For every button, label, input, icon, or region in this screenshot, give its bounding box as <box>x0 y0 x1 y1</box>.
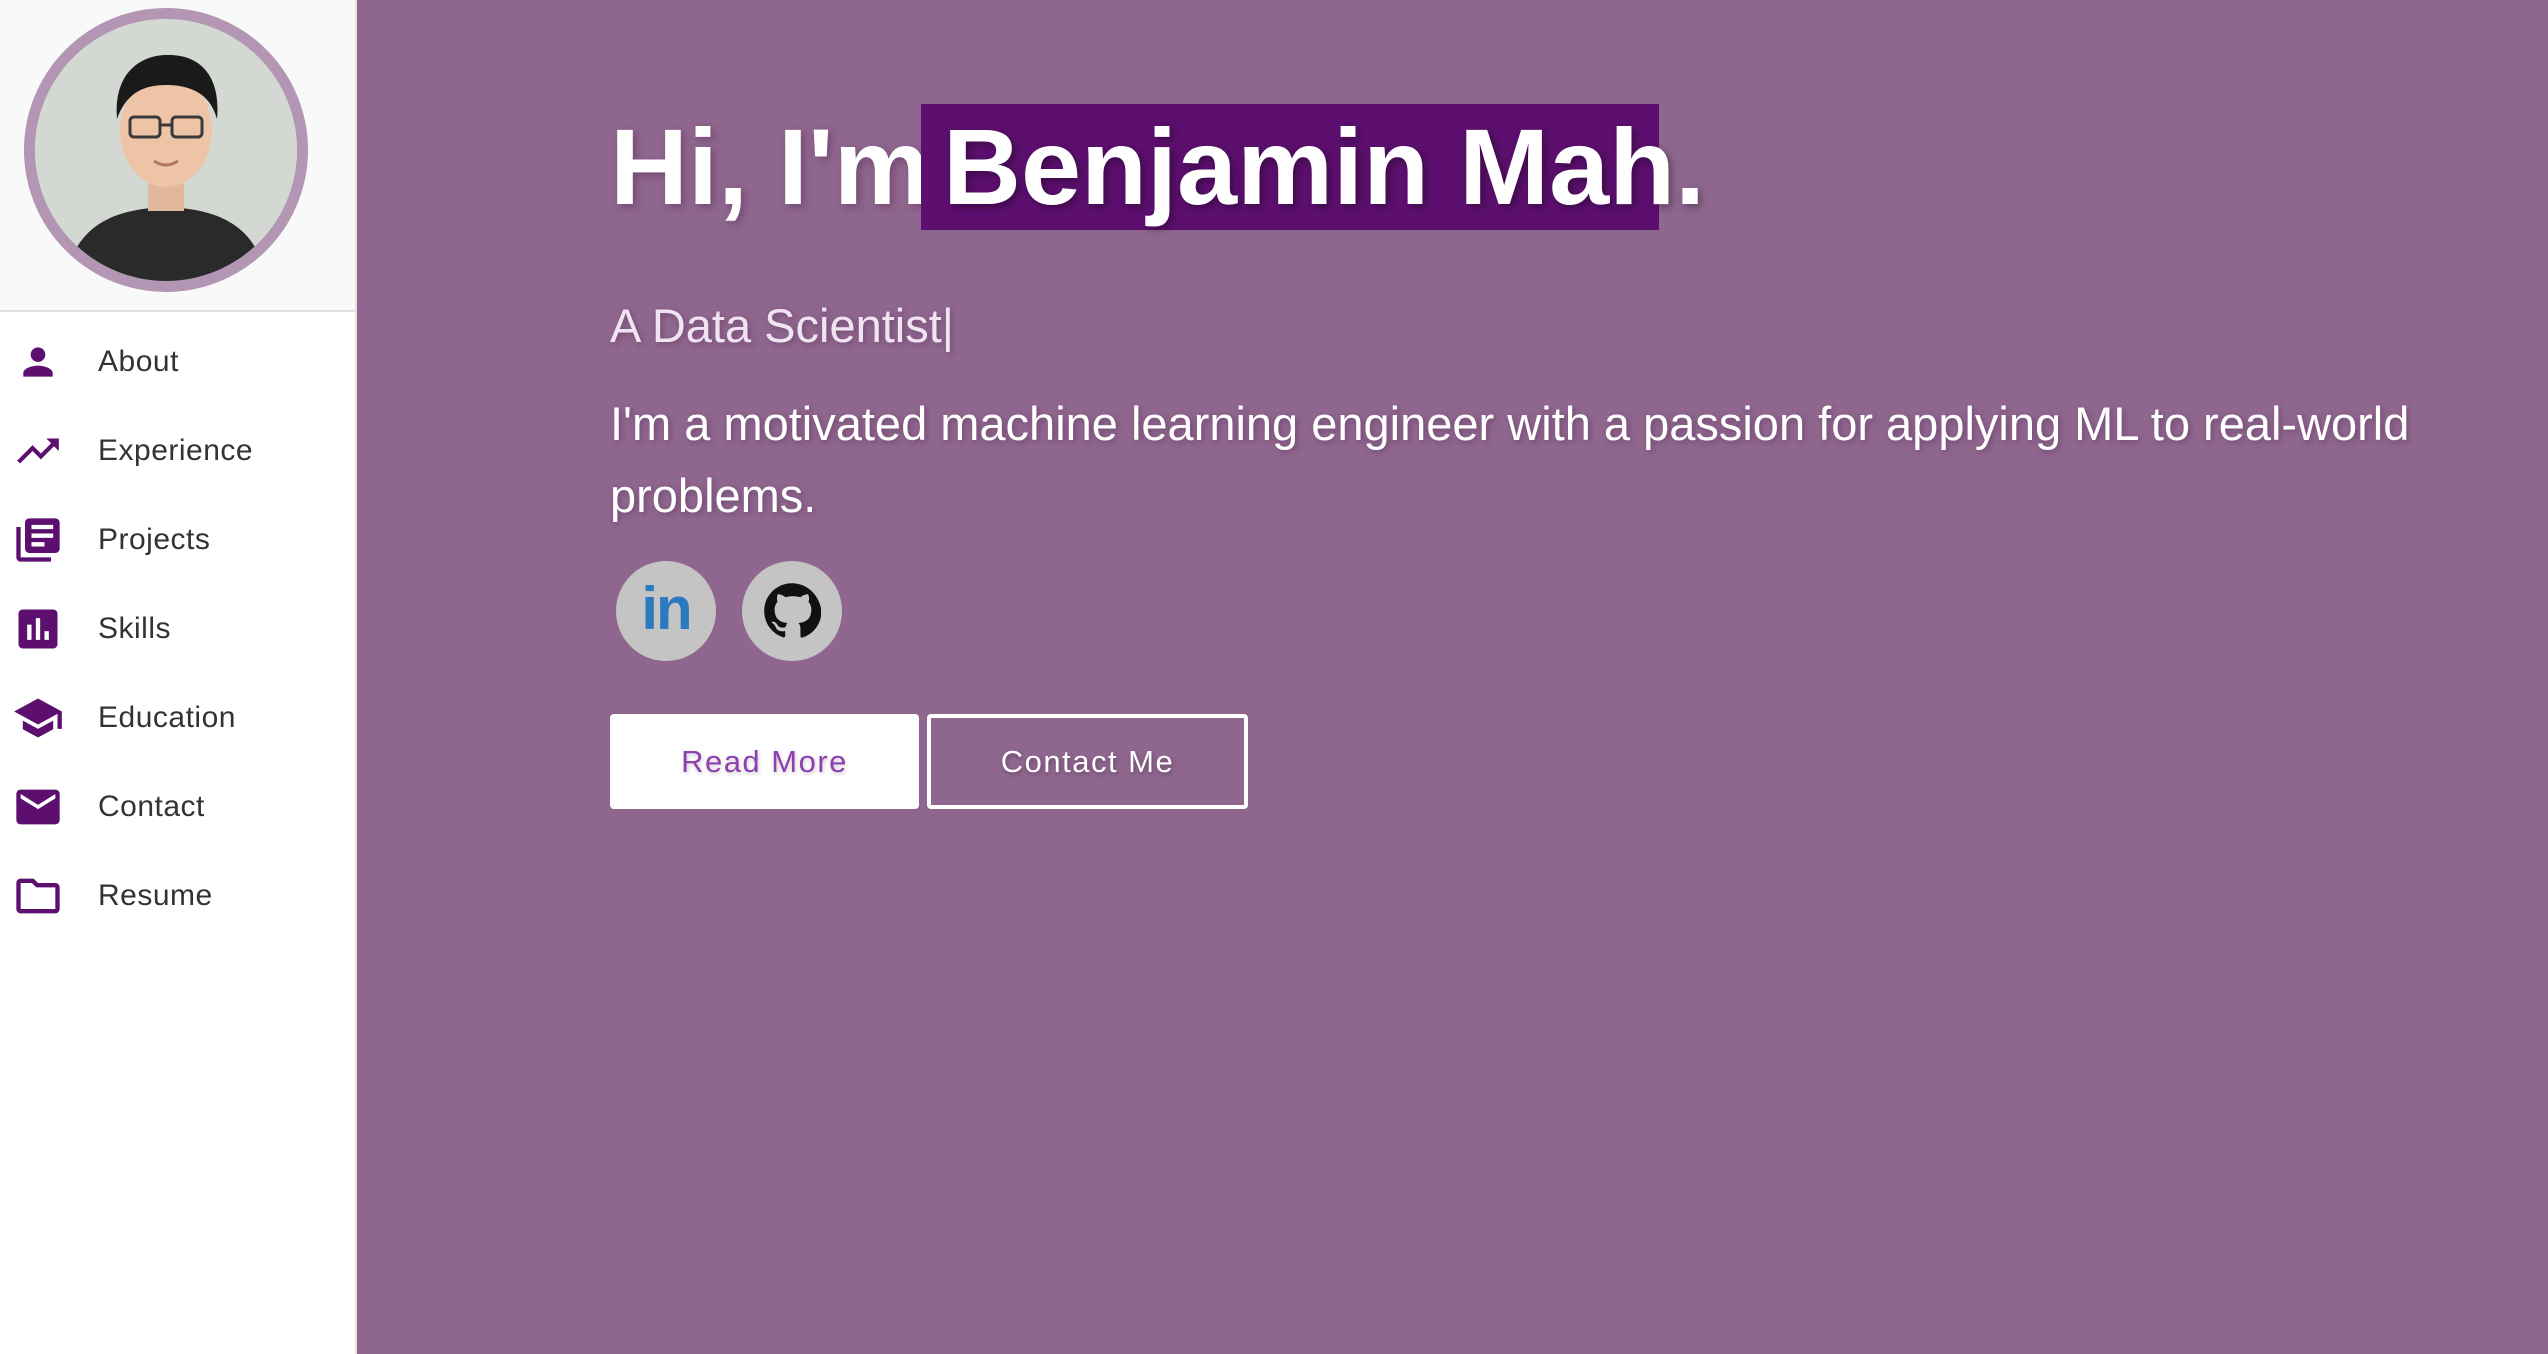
sidebar-item-education[interactable]: Education <box>0 673 354 762</box>
sidebar-item-projects[interactable]: Projects <box>0 495 354 584</box>
sidebar-item-about[interactable]: About <box>0 317 354 406</box>
library-books-icon <box>12 514 64 566</box>
graduation-cap-icon <box>12 692 64 744</box>
contact-me-button[interactable]: Contact Me <box>927 714 1248 809</box>
read-more-button[interactable]: Read More <box>610 714 919 809</box>
hero-description: I'm a motivated machine learning enginee… <box>610 397 2410 522</box>
sidebar-item-label: Contact <box>98 789 205 823</box>
sidebar-item-skills[interactable]: Skills <box>0 584 354 673</box>
folder-icon <box>12 870 64 922</box>
sidebar: About Experience Projects Skills Educati… <box>0 0 357 1354</box>
sidebar-item-label: Education <box>98 700 236 734</box>
sidebar-item-label: Resume <box>98 878 213 912</box>
github-icon <box>763 582 821 640</box>
sidebar-item-label: Skills <box>98 611 172 645</box>
sidebar-item-resume[interactable]: Resume <box>0 851 354 940</box>
trending-up-icon <box>12 425 64 477</box>
linkedin-icon: in <box>641 575 692 642</box>
sidebar-item-contact[interactable]: Contact <box>0 762 354 851</box>
person-icon <box>12 336 64 388</box>
sidebar-item-label: Experience <box>98 433 254 467</box>
avatar <box>24 8 308 292</box>
sidebar-item-label: Projects <box>98 522 211 556</box>
linkedin-link[interactable]: in <box>616 561 716 661</box>
greeting-prefix: Hi, I'm <box>610 106 930 227</box>
typed-role: A Data Scientist| <box>610 299 954 352</box>
name-text: Benjamin Mah. <box>943 106 1706 227</box>
github-link[interactable] <box>742 561 842 661</box>
bar-chart-icon <box>12 603 64 655</box>
profile-header <box>0 0 355 312</box>
name-highlight: Benjamin Mah. <box>921 104 1705 230</box>
mail-icon <box>12 781 64 833</box>
page: About Experience Projects Skills Educati… <box>0 0 2548 1354</box>
sidebar-item-label: About <box>98 344 179 378</box>
hero-heading: Hi, I'm Benjamin Mah. <box>610 104 1705 230</box>
sidebar-item-experience[interactable]: Experience <box>0 406 354 495</box>
